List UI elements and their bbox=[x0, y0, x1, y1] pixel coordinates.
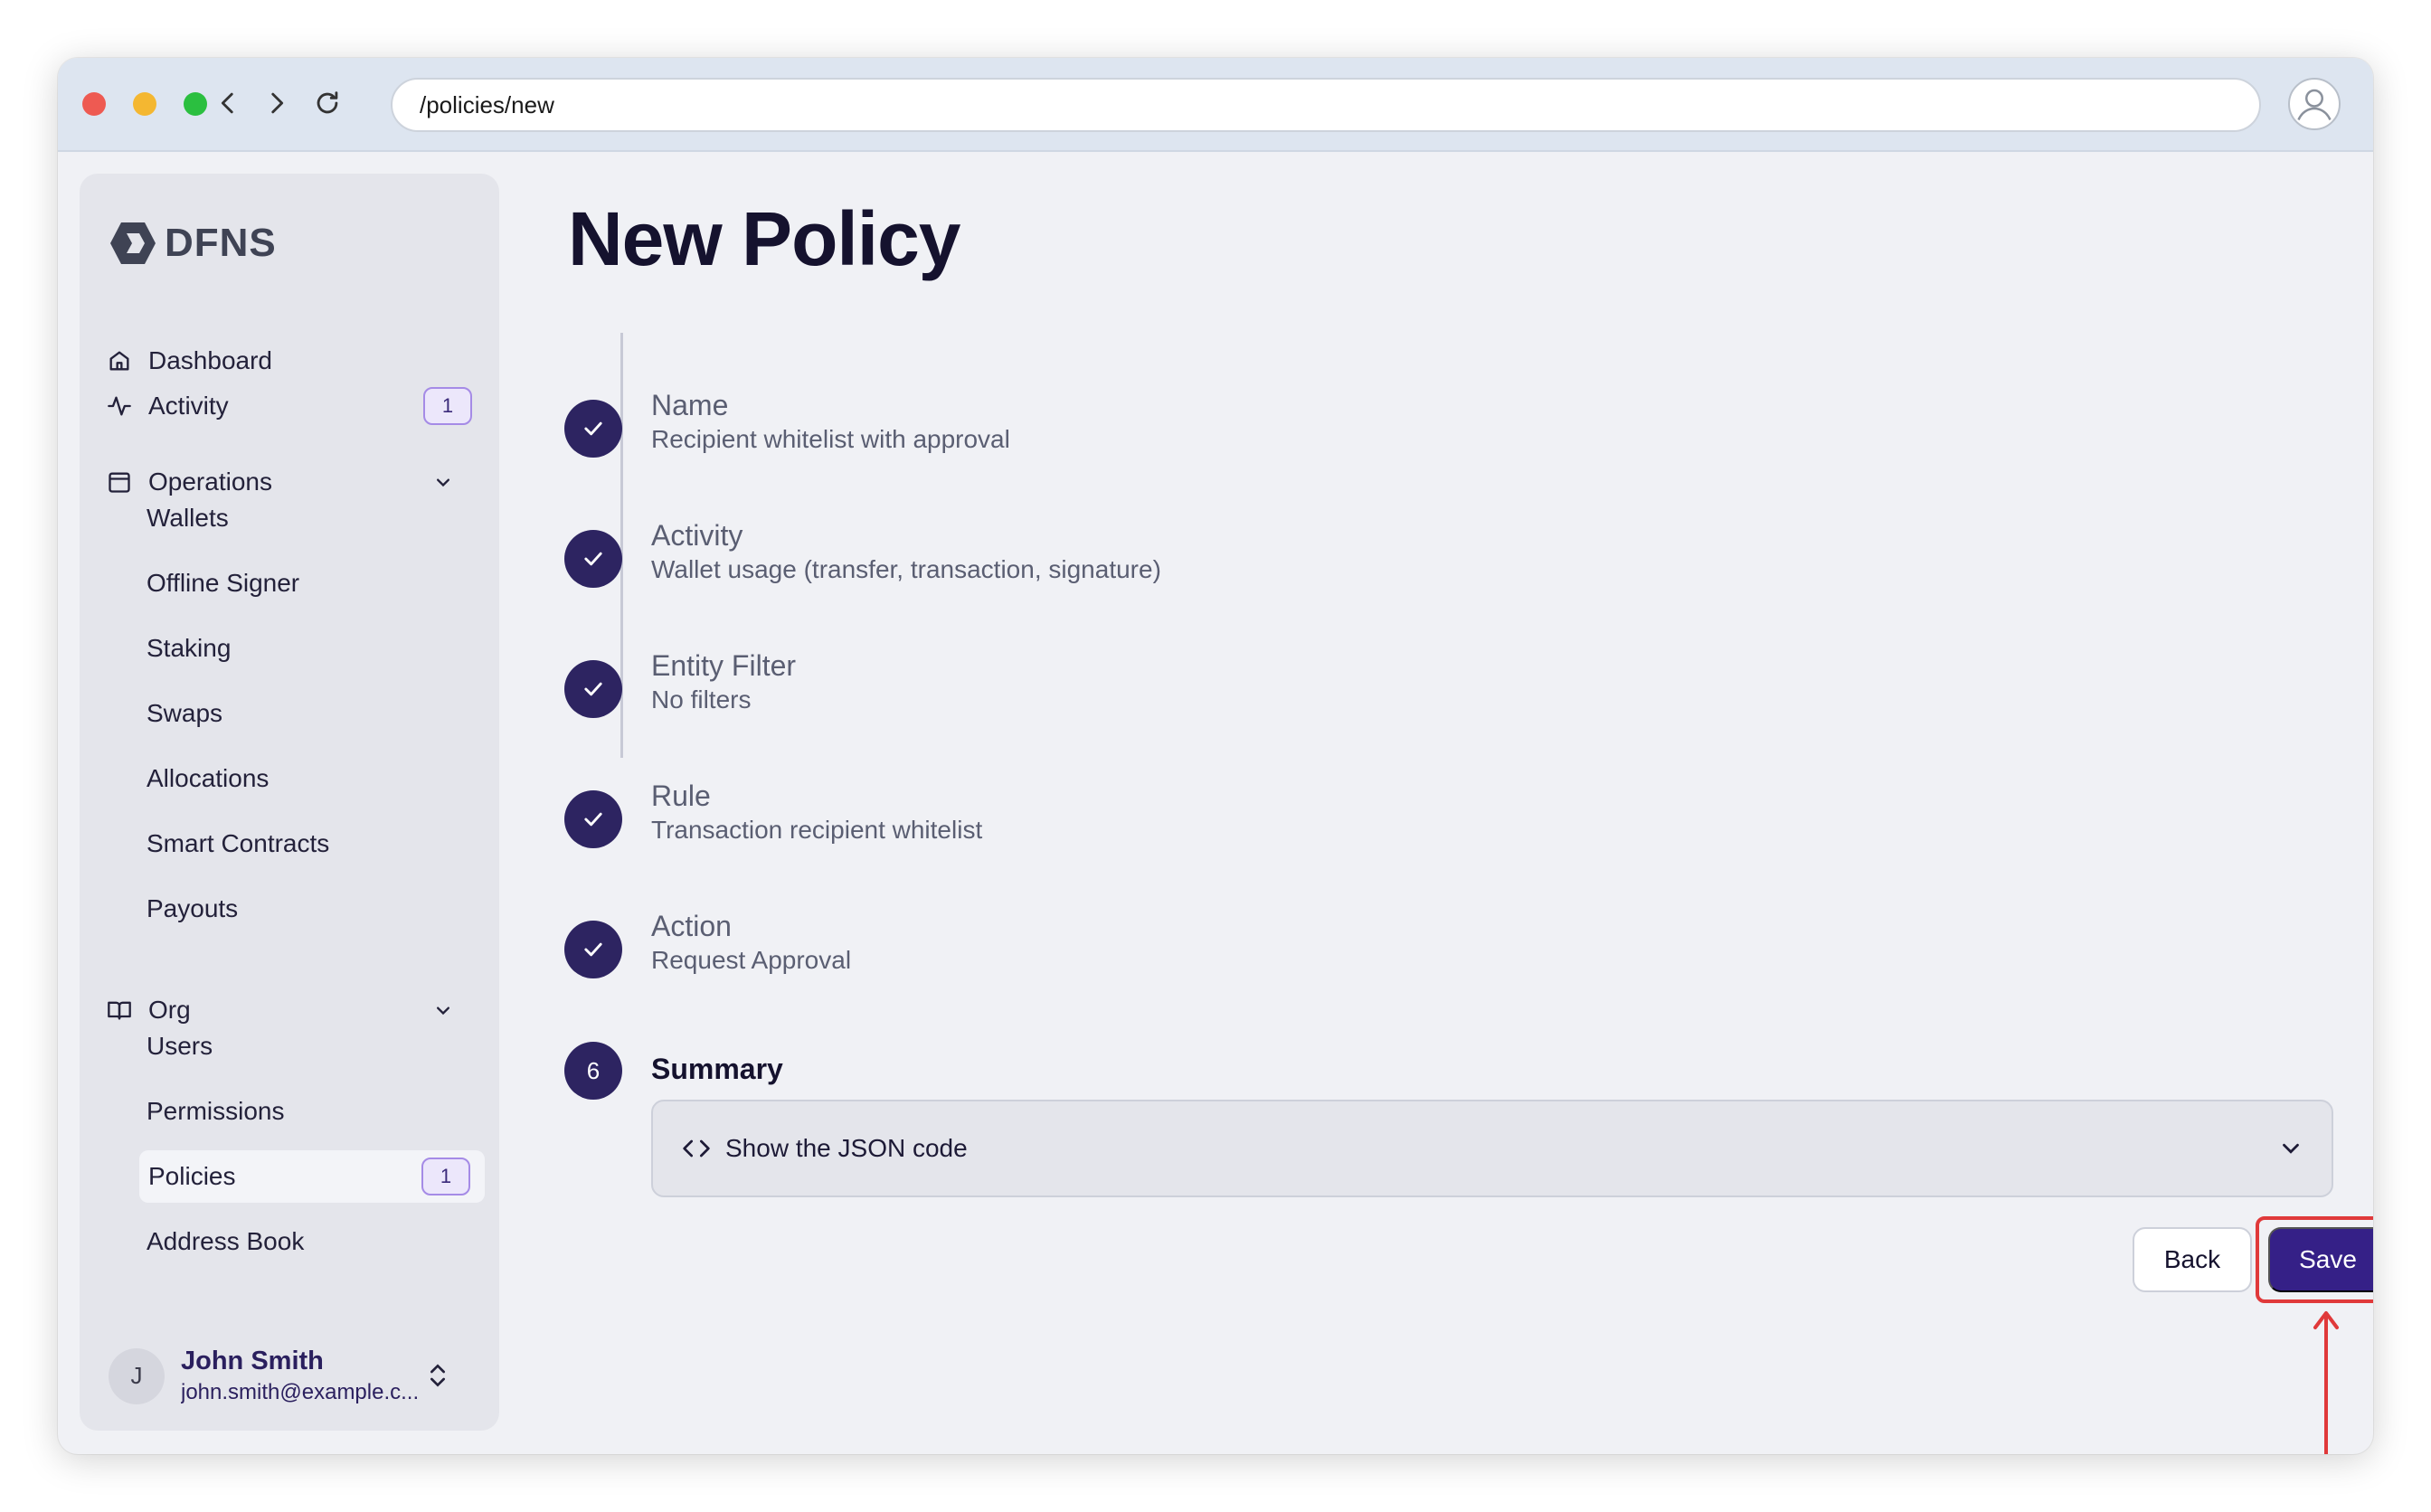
step-title: Summary bbox=[651, 1053, 783, 1085]
check-icon bbox=[584, 552, 602, 566]
nav-activity[interactable]: Activity 1 bbox=[107, 383, 472, 429]
check-icon bbox=[584, 421, 602, 436]
nav-offline-signer-label: Offline Signer bbox=[147, 569, 300, 597]
nav-allocations[interactable]: Allocations bbox=[137, 752, 483, 805]
nav-wallets-label: Wallets bbox=[147, 504, 229, 532]
back-button[interactable]: Back bbox=[2133, 1227, 2252, 1292]
chevron-down-icon[interactable] bbox=[2277, 1135, 2304, 1162]
annotation-arrow-icon bbox=[2313, 1311, 2339, 1454]
step-number-badge: 6 bbox=[564, 1042, 622, 1100]
chevron-up-down-icon[interactable] bbox=[423, 1359, 452, 1392]
maximize-window-button[interactable] bbox=[184, 92, 207, 116]
brand-name: DFNS bbox=[165, 221, 277, 265]
nav-address-book[interactable]: Address Book bbox=[137, 1215, 483, 1268]
step-value: No filters bbox=[651, 685, 752, 713]
book-icon bbox=[108, 1001, 131, 1020]
home-icon bbox=[109, 351, 129, 371]
step-title: Name bbox=[651, 389, 729, 421]
nav-allocations-label: Allocations bbox=[147, 764, 270, 792]
step-value: Transaction recipient whitelist bbox=[651, 816, 983, 844]
check-icon bbox=[584, 942, 602, 957]
nav-policies-label: Policies bbox=[148, 1162, 236, 1190]
code-icon bbox=[683, 1139, 710, 1158]
save-highlight-box bbox=[2256, 1216, 2373, 1303]
step-value: Wallet usage (transfer, transaction, sig… bbox=[651, 555, 1161, 583]
nav-wallets[interactable]: Wallets bbox=[137, 492, 483, 544]
check-icon bbox=[584, 682, 602, 696]
avatar: J bbox=[109, 1347, 165, 1404]
step-complete-badge bbox=[564, 530, 622, 588]
nav-activity-label: Activity bbox=[148, 392, 229, 420]
nav-policies[interactable]: Policies 1 bbox=[139, 1150, 485, 1203]
close-window-button[interactable] bbox=[82, 92, 106, 116]
step-complete-badge bbox=[564, 790, 622, 848]
step-value: Request Approval bbox=[651, 946, 852, 974]
step-complete-badge bbox=[564, 400, 622, 458]
step-title: Activity bbox=[651, 519, 743, 552]
chevron-down-icon[interactable] bbox=[430, 469, 456, 495]
nav-permissions[interactable]: Permissions bbox=[137, 1085, 483, 1138]
step-value: Recipient whitelist with approval bbox=[651, 425, 1010, 453]
dfns-logo-icon bbox=[110, 222, 156, 264]
json-code-toggle[interactable]: Show the JSON code bbox=[651, 1100, 2333, 1197]
nav-smart-contracts[interactable]: Smart Contracts bbox=[137, 817, 483, 870]
url-text: /policies/new bbox=[420, 90, 554, 118]
user-name: John Smith bbox=[181, 1347, 324, 1375]
chevron-down-icon[interactable] bbox=[430, 997, 456, 1023]
step-entity-filter[interactable]: Entity Filter No filters bbox=[564, 649, 2192, 767]
step-complete-badge bbox=[564, 660, 622, 718]
activity-pulse-icon bbox=[108, 396, 131, 416]
nav-payouts[interactable]: Payouts bbox=[137, 883, 483, 935]
browser-window: /policies/new DFNS Dashboard Activity 1 … bbox=[58, 58, 2373, 1454]
operations-icon bbox=[109, 472, 130, 493]
step-title: Rule bbox=[651, 780, 711, 812]
nav-users-label: Users bbox=[147, 1032, 213, 1060]
nav-payouts-label: Payouts bbox=[147, 894, 239, 922]
forward-arrow-icon[interactable] bbox=[259, 85, 295, 121]
user-menu[interactable]: J John Smith john.smith@example.c... bbox=[109, 1347, 470, 1405]
policies-count-badge: 1 bbox=[421, 1158, 470, 1195]
check-icon bbox=[584, 812, 602, 827]
nav-swaps-label: Swaps bbox=[147, 699, 223, 727]
minimize-window-button[interactable] bbox=[133, 92, 156, 116]
nav-users[interactable]: Users bbox=[137, 1020, 483, 1073]
nav-dashboard[interactable]: Dashboard bbox=[107, 338, 272, 383]
step-complete-badge bbox=[564, 921, 622, 978]
page-title: New Policy bbox=[568, 196, 961, 281]
nav-permissions-label: Permissions bbox=[147, 1097, 285, 1125]
step-title: Entity Filter bbox=[651, 649, 797, 682]
step-title: Action bbox=[651, 910, 732, 942]
nav-staking-label: Staking bbox=[147, 634, 232, 662]
nav-dashboard-label: Dashboard bbox=[148, 346, 272, 374]
back-arrow-icon[interactable] bbox=[210, 85, 246, 121]
main-content: New Policy Name Recipient whitelist with… bbox=[564, 152, 2373, 1454]
profile-icon[interactable] bbox=[2288, 78, 2341, 130]
step-action[interactable]: Action Request Approval bbox=[564, 910, 2192, 1027]
step-name[interactable]: Name Recipient whitelist with approval bbox=[564, 389, 2192, 506]
browser-titlebar: /policies/new bbox=[58, 58, 2373, 152]
nav-staking[interactable]: Staking bbox=[137, 622, 483, 675]
activity-count-badge: 1 bbox=[423, 387, 472, 425]
reload-icon[interactable] bbox=[309, 85, 345, 121]
nav-offline-signer[interactable]: Offline Signer bbox=[137, 557, 483, 610]
step-activity[interactable]: Activity Wallet usage (transfer, transac… bbox=[564, 519, 2192, 637]
url-bar[interactable]: /policies/new bbox=[391, 78, 2261, 132]
sidebar: DFNS Dashboard Activity 1 Operations Wal… bbox=[80, 174, 499, 1431]
nav-address-book-label: Address Book bbox=[147, 1227, 305, 1255]
user-email: john.smith@example.c... bbox=[181, 1380, 420, 1404]
step-rule[interactable]: Rule Transaction recipient whitelist bbox=[564, 780, 2192, 897]
json-toggle-label: Show the JSON code bbox=[725, 1134, 968, 1162]
dfns-logo[interactable]: DFNS bbox=[109, 221, 277, 266]
nav-swaps[interactable]: Swaps bbox=[137, 687, 483, 740]
nav-smart-contracts-label: Smart Contracts bbox=[147, 829, 330, 857]
